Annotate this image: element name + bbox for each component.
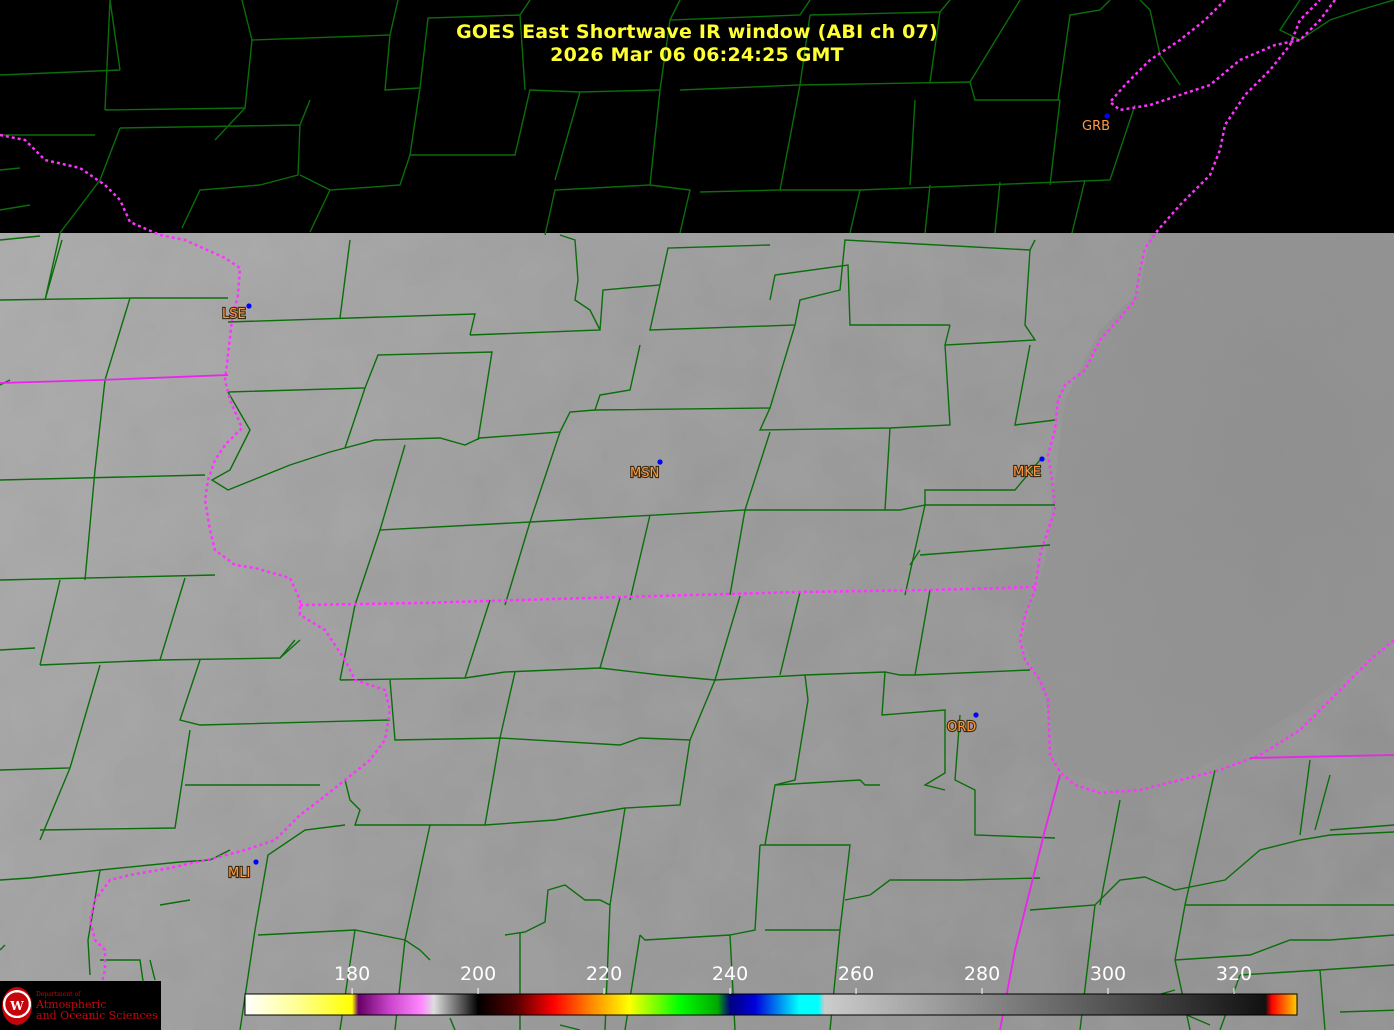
station-label-mli: MLI bbox=[228, 866, 250, 881]
colorbar-tick-label: 320 bbox=[1216, 963, 1252, 985]
map-canvas: GRB LSE MSN MKE ORD MLI 180 200 220 240 260 280 300… bbox=[0, 0, 1394, 1030]
colorbar-tick-label: 180 bbox=[334, 963, 370, 985]
colorbar-tick-label: 220 bbox=[586, 963, 622, 985]
station-label-grb: GRB bbox=[1082, 119, 1110, 134]
station-dot-mke bbox=[1039, 456, 1045, 462]
logo-name-line2: and Oceanic Sciences bbox=[36, 1008, 158, 1022]
colorbar-tick-label: 200 bbox=[460, 963, 496, 985]
station-dot-ord bbox=[973, 712, 979, 718]
logo-text: Department of Atmospheric and Oceanic Sc… bbox=[36, 991, 158, 1021]
station-dot-mli bbox=[253, 859, 259, 865]
station-dot-lse bbox=[246, 303, 252, 309]
map-title: GOES East Shortwave IR window (ABI ch 07… bbox=[456, 21, 938, 43]
station-label-ord: ORD bbox=[947, 720, 976, 735]
uw-seal-icon: W bbox=[2, 986, 32, 1025]
station-dot-grb bbox=[1104, 113, 1110, 119]
colorbar-gradient bbox=[244, 993, 1298, 1016]
logo-name-line1: Atmospheric bbox=[36, 997, 107, 1011]
map-timestamp: 2026 Mar 06 06:24:25 GMT bbox=[550, 44, 844, 66]
colorbar-tick-label: 300 bbox=[1090, 963, 1126, 985]
station-label-lse: LSE bbox=[222, 307, 246, 322]
colorbar-tick-label: 240 bbox=[712, 963, 748, 985]
satellite-map: GRB LSE MSN MKE ORD MLI 180 200 220 240 260 280 300… bbox=[0, 0, 1394, 1030]
colorbar-tick-label: 260 bbox=[838, 963, 874, 985]
colorbar-tick-label: 280 bbox=[964, 963, 1000, 985]
aos-logo: W Department of Atmospheric and Oceanic … bbox=[0, 981, 161, 1030]
station-label-mke: MKE bbox=[1013, 465, 1041, 480]
station-dot-msn bbox=[657, 459, 663, 465]
station-label-msn: MSN bbox=[630, 466, 659, 481]
